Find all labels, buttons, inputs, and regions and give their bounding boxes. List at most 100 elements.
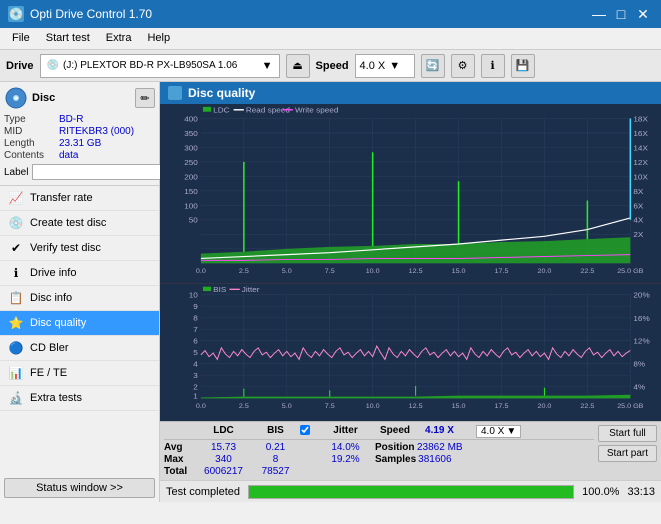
svg-text:8%: 8% <box>633 360 645 368</box>
disc-contents-value: data <box>59 150 78 161</box>
svg-text:1: 1 <box>193 391 198 399</box>
max-label: Max <box>164 454 194 465</box>
nav-drive-info[interactable]: ℹ Drive info <box>0 261 159 286</box>
jitter-checkbox[interactable] <box>300 425 310 435</box>
nav-disc-info[interactable]: 📋 Disc info <box>0 286 159 311</box>
disc-contents-row: Contents data <box>4 150 155 161</box>
progress-fill <box>249 486 573 498</box>
avg-label: Avg <box>164 442 194 453</box>
svg-text:100: 100 <box>184 201 198 210</box>
disc-label-row: Label 🔍 <box>4 163 155 181</box>
disc-label-input[interactable] <box>32 164 170 180</box>
start-part-button[interactable]: Start part <box>598 445 657 462</box>
samples-value: 381606 <box>418 454 473 465</box>
nav-transfer-rate[interactable]: 📈 Transfer rate <box>0 186 159 211</box>
svg-text:2X: 2X <box>633 230 644 239</box>
svg-text:22.5: 22.5 <box>580 403 594 409</box>
nav-verify-test-disc[interactable]: ✔ Verify test disc <box>0 236 159 261</box>
stats-spacer <box>464 425 474 438</box>
disc-mid-row: MID RITEKBR3 (000) <box>4 126 155 137</box>
info-button[interactable]: ℹ <box>481 54 505 78</box>
svg-text:12.5: 12.5 <box>409 403 423 409</box>
stats-checkbox-col <box>300 425 316 438</box>
svg-text:250: 250 <box>184 158 198 167</box>
svg-text:2: 2 <box>193 383 198 391</box>
svg-text:0.0: 0.0 <box>196 268 206 275</box>
transfer-rate-icon: 📈 <box>8 190 24 206</box>
stats-bis-header: BIS <box>253 425 298 438</box>
svg-text:16%: 16% <box>633 314 650 322</box>
svg-text:BIS: BIS <box>213 285 226 293</box>
save-button[interactable]: 💾 <box>511 54 535 78</box>
top-chart: 400 350 300 250 200 150 100 50 18X 16X 1… <box>160 104 661 283</box>
nav-create-test-disc[interactable]: 💿 Create test disc <box>0 211 159 236</box>
position-value: 23862 MB <box>417 442 472 453</box>
svg-text:3: 3 <box>193 371 198 379</box>
menu-start-test[interactable]: Start test <box>38 30 98 47</box>
close-button[interactable]: ✕ <box>633 4 653 24</box>
disc-length-value: 23.31 GB <box>59 138 101 149</box>
disc-type-row: Type BD-R <box>4 114 155 125</box>
speed-label: Speed <box>316 60 349 72</box>
maximize-button[interactable]: □ <box>611 4 631 24</box>
svg-text:16X: 16X <box>633 129 648 138</box>
start-full-button[interactable]: Start full <box>598 425 657 442</box>
stats-speed-header: Speed <box>375 425 415 438</box>
disc-contents-label: Contents <box>4 150 59 161</box>
nav-extra-tests[interactable]: 🔬 Extra tests <box>0 386 159 411</box>
speed-display-select[interactable]: 4.0 X ▼ <box>476 425 521 438</box>
svg-text:2.5: 2.5 <box>239 268 249 275</box>
titlebar-left: 💿 Opti Drive Control 1.70 <box>8 6 152 22</box>
svg-text:5.0: 5.0 <box>282 268 292 275</box>
drive-value: (J:) PLEXTOR BD-R PX-LB950SA 1.06 <box>63 60 237 71</box>
svg-text:20.0: 20.0 <box>537 268 551 275</box>
bottom-chart: 10 9 8 7 6 5 4 3 2 1 20% 16% <box>160 284 661 421</box>
fe-te-icon: 📊 <box>8 365 24 381</box>
eject-button[interactable]: ⏏ <box>286 54 310 78</box>
drive-info-icon: ℹ <box>8 265 24 281</box>
dq-header: Disc quality <box>160 82 661 104</box>
disc-mid-label: MID <box>4 126 59 137</box>
stats-speed-current: 4.19 X <box>417 425 462 438</box>
svg-text:4%: 4% <box>633 383 645 391</box>
svg-text:15.0: 15.0 <box>452 403 466 409</box>
svg-text:0.0: 0.0 <box>196 403 206 409</box>
svg-text:7.5: 7.5 <box>325 268 335 275</box>
menu-file[interactable]: File <box>4 30 38 47</box>
dq-title: Disc quality <box>188 86 255 100</box>
svg-text:6: 6 <box>193 337 198 345</box>
disc-header: Disc ✏ <box>4 86 155 110</box>
svg-text:5.0: 5.0 <box>282 403 292 409</box>
content-area: Disc quality <box>160 82 661 502</box>
nav-cd-bler[interactable]: 🔵 CD Bler <box>0 336 159 361</box>
svg-text:10.0: 10.0 <box>366 268 380 275</box>
dq-icon <box>168 86 182 100</box>
menu-help[interactable]: Help <box>139 30 178 47</box>
nav-extra-tests-label: Extra tests <box>30 392 82 404</box>
nav-transfer-rate-label: Transfer rate <box>30 192 93 204</box>
nav-disc-quality[interactable]: ⭐ Disc quality <box>0 311 159 336</box>
svg-text:8X: 8X <box>633 187 644 196</box>
titlebar: 💿 Opti Drive Control 1.70 — □ ✕ <box>0 0 661 28</box>
speed-display-arrow: ▼ <box>506 426 516 437</box>
svg-text:10: 10 <box>189 290 198 298</box>
drive-select[interactable]: 💿 (J:) PLEXTOR BD-R PX-LB950SA 1.06 ▼ <box>40 54 280 78</box>
toolbar: Drive 💿 (J:) PLEXTOR BD-R PX-LB950SA 1.0… <box>0 50 661 82</box>
app-icon: 💿 <box>8 6 24 22</box>
disc-title: Disc <box>32 92 55 104</box>
svg-text:400: 400 <box>184 115 198 124</box>
status-window-button[interactable]: Status window >> <box>4 478 155 498</box>
settings-button[interactable]: ⚙ <box>451 54 475 78</box>
disc-type-value: BD-R <box>59 114 83 125</box>
menu-extra[interactable]: Extra <box>98 30 140 47</box>
minimize-button[interactable]: — <box>589 4 609 24</box>
svg-text:Write speed: Write speed <box>295 106 338 115</box>
svg-text:Jitter: Jitter <box>242 285 260 293</box>
speed-select[interactable]: 4.0 X ▼ <box>355 54 415 78</box>
refresh-button[interactable]: 🔄 <box>421 54 445 78</box>
disc-icon <box>4 86 28 110</box>
disc-edit-button[interactable]: ✏ <box>135 88 155 108</box>
svg-text:50: 50 <box>189 216 199 225</box>
stats-empty-col <box>164 425 194 438</box>
nav-fe-te[interactable]: 📊 FE / TE <box>0 361 159 386</box>
